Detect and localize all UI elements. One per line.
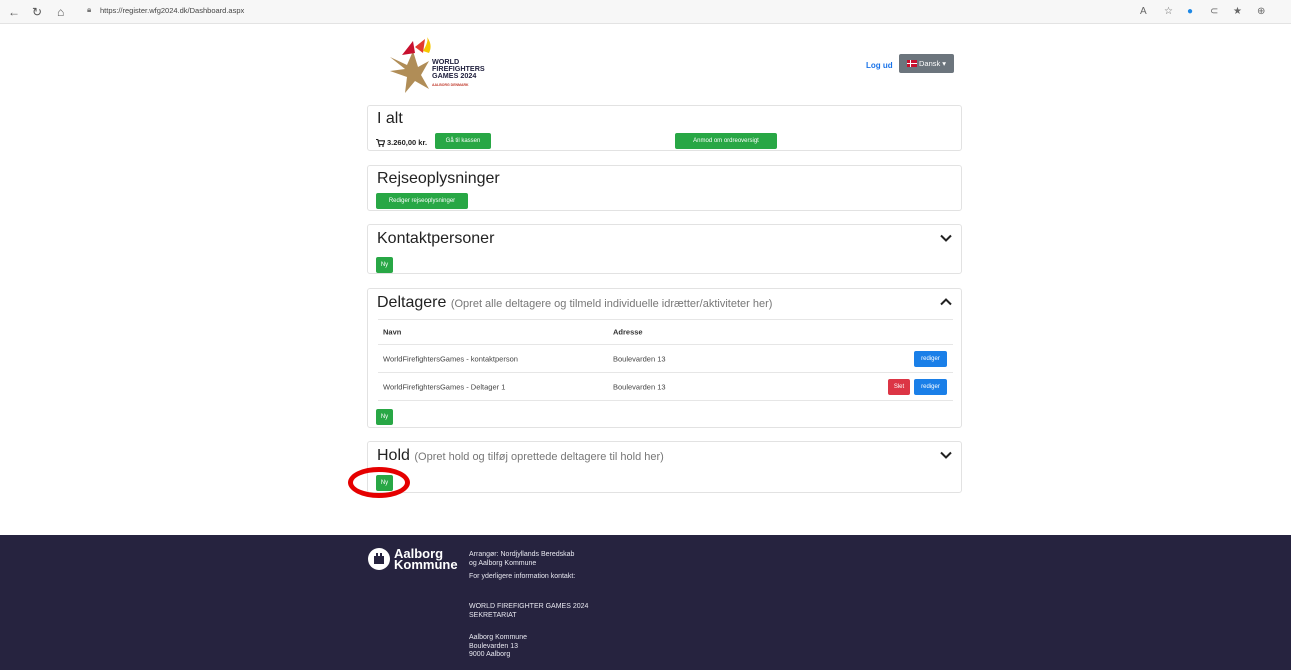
participants-title-text: Deltagere <box>377 294 447 311</box>
teams-subtitle: (Opret hold og tilføj oprettede deltager… <box>414 451 664 463</box>
footer: Aalborg Kommune Arrangør: Nordjyllands B… <box>0 535 1291 670</box>
logo-text: WORLD FIREFIGHTERS GAMES 2024 <box>432 58 485 80</box>
favorites-icon[interactable]: ★ <box>1233 5 1242 19</box>
secretariat-line-2: SEKRETARIAT <box>469 611 517 619</box>
teams-card: Hold (Opret hold og tilføj oprettede del… <box>367 441 962 493</box>
total-title: I alt <box>377 110 403 127</box>
table-header: Navn Adresse <box>378 319 953 345</box>
travel-title: Rejseoplysninger <box>377 170 500 187</box>
lock-icon: 🔒︎ <box>87 5 92 14</box>
column-name: Navn <box>383 327 402 337</box>
denmark-flag-icon <box>906 60 917 67</box>
new-contact-button[interactable]: Ny <box>376 257 393 273</box>
teams-title: Hold (Opret hold og tilføj oprettede del… <box>377 447 664 465</box>
highlight-annotation <box>348 467 410 498</box>
logo-line-3: GAMES 2024 <box>432 70 477 80</box>
delete-participant-button[interactable]: Slet <box>888 379 910 395</box>
order-overview-button[interactable]: Anmod om ordreoversigt <box>675 133 777 149</box>
total-card: I alt 3.260,00 kr. Gå til kassen Anmod o… <box>367 105 962 151</box>
logout-link[interactable]: Log ud <box>866 61 893 70</box>
address-line-2: Boulevarden 13 <box>469 642 519 650</box>
participant-name: WorldFirefightersGames - kontaktperson <box>383 354 518 363</box>
chevron-up-icon[interactable] <box>939 295 953 309</box>
teams-title-text: Hold <box>377 447 410 464</box>
table-row: WorldFirefightersGames - kontaktperson B… <box>378 345 953 373</box>
cart-icon <box>376 138 385 147</box>
refresh-icon[interactable]: ↻ <box>32 4 42 20</box>
edit-participant-button[interactable]: rediger <box>914 351 947 367</box>
participant-name: WorldFirefightersGames - Deltager 1 <box>383 382 506 391</box>
edit-participant-button[interactable]: rediger <box>914 379 947 395</box>
participant-address: Boulevarden 13 <box>613 354 666 363</box>
chevron-down-icon[interactable] <box>939 448 953 462</box>
footer-secretariat: WORLD FIREFIGHTER GAMES 2024 SEKRETARIAT <box>469 603 588 620</box>
participants-subtitle: (Opret alle deltagere og tilmeld individ… <box>450 298 773 310</box>
total-amount: 3.260,00 kr. <box>387 138 428 147</box>
table-row: WorldFirefightersGames - Deltager 1 Boul… <box>378 373 953 401</box>
chevron-down-icon[interactable] <box>939 231 953 245</box>
favorites-add-icon[interactable]: ☆ <box>1164 5 1173 19</box>
address-line-1: Aalborg Kommune <box>469 634 527 641</box>
edit-travel-button[interactable]: Rediger rejseoplysninger <box>376 193 468 209</box>
contacts-card: Kontaktpersoner Ny <box>367 224 962 274</box>
aalborg-crest-icon <box>368 548 390 570</box>
participant-address: Boulevarden 13 <box>613 382 666 391</box>
checkout-button[interactable]: Gå til kassen <box>435 133 491 149</box>
address-line-3: 9000 Aalborg <box>469 651 511 658</box>
organizer-line-2: og Aalborg Kommune <box>469 559 537 567</box>
new-participant-button[interactable]: Ny <box>376 409 393 425</box>
extension-icon[interactable]: ● <box>1187 5 1193 19</box>
participants-card: Deltagere (Opret alle deltagere og tilme… <box>367 288 962 428</box>
more-icon[interactable]: ⊕ <box>1257 5 1265 19</box>
organizer-line-1: Arrangør: Nordjyllands Beredskab <box>469 551 575 558</box>
footer-address: Aalborg Kommune Boulevarden 13 9000 Aalb… <box>469 634 527 660</box>
aalborg-kommune-logo: Aalborg Kommune <box>368 547 458 572</box>
secretariat-line-1: WORLD FIREFIGHTER GAMES 2024 <box>469 603 589 610</box>
address-bar[interactable]: https://register.wfg2024.dk/Dashboard.as… <box>100 6 244 15</box>
total-line: 3.260,00 kr. <box>376 138 427 147</box>
home-icon[interactable]: ⌂ <box>57 4 64 20</box>
chevron-down-icon: ▾ <box>942 59 947 68</box>
footer-more-info: For yderligere information kontakt: <box>469 573 576 580</box>
footer-logo-line-2: Kommune <box>394 557 458 572</box>
column-address: Adresse <box>613 327 643 337</box>
footer-organizer: Arrangør: Nordjyllands Beredskab og Aalb… <box>469 551 574 568</box>
travel-card: Rejseoplysninger Rediger rejseoplysninge… <box>367 165 962 211</box>
back-icon[interactable]: ← <box>8 4 20 20</box>
contacts-title: Kontaktpersoner <box>377 230 495 247</box>
language-dropdown[interactable]: Dansk ▾ <box>899 54 954 73</box>
browser-toolbar: ← ↻ ⌂ 🔒︎ https://register.wfg2024.dk/Das… <box>0 0 1291 24</box>
language-label: Dansk <box>918 59 941 68</box>
participants-title: Deltagere (Opret alle deltagere og tilme… <box>377 294 772 312</box>
read-aloud-icon[interactable]: A <box>1140 5 1147 19</box>
collections-icon[interactable]: ⊂ <box>1210 5 1218 19</box>
logo-subtitle: AALBORG DENMARK <box>432 83 469 87</box>
